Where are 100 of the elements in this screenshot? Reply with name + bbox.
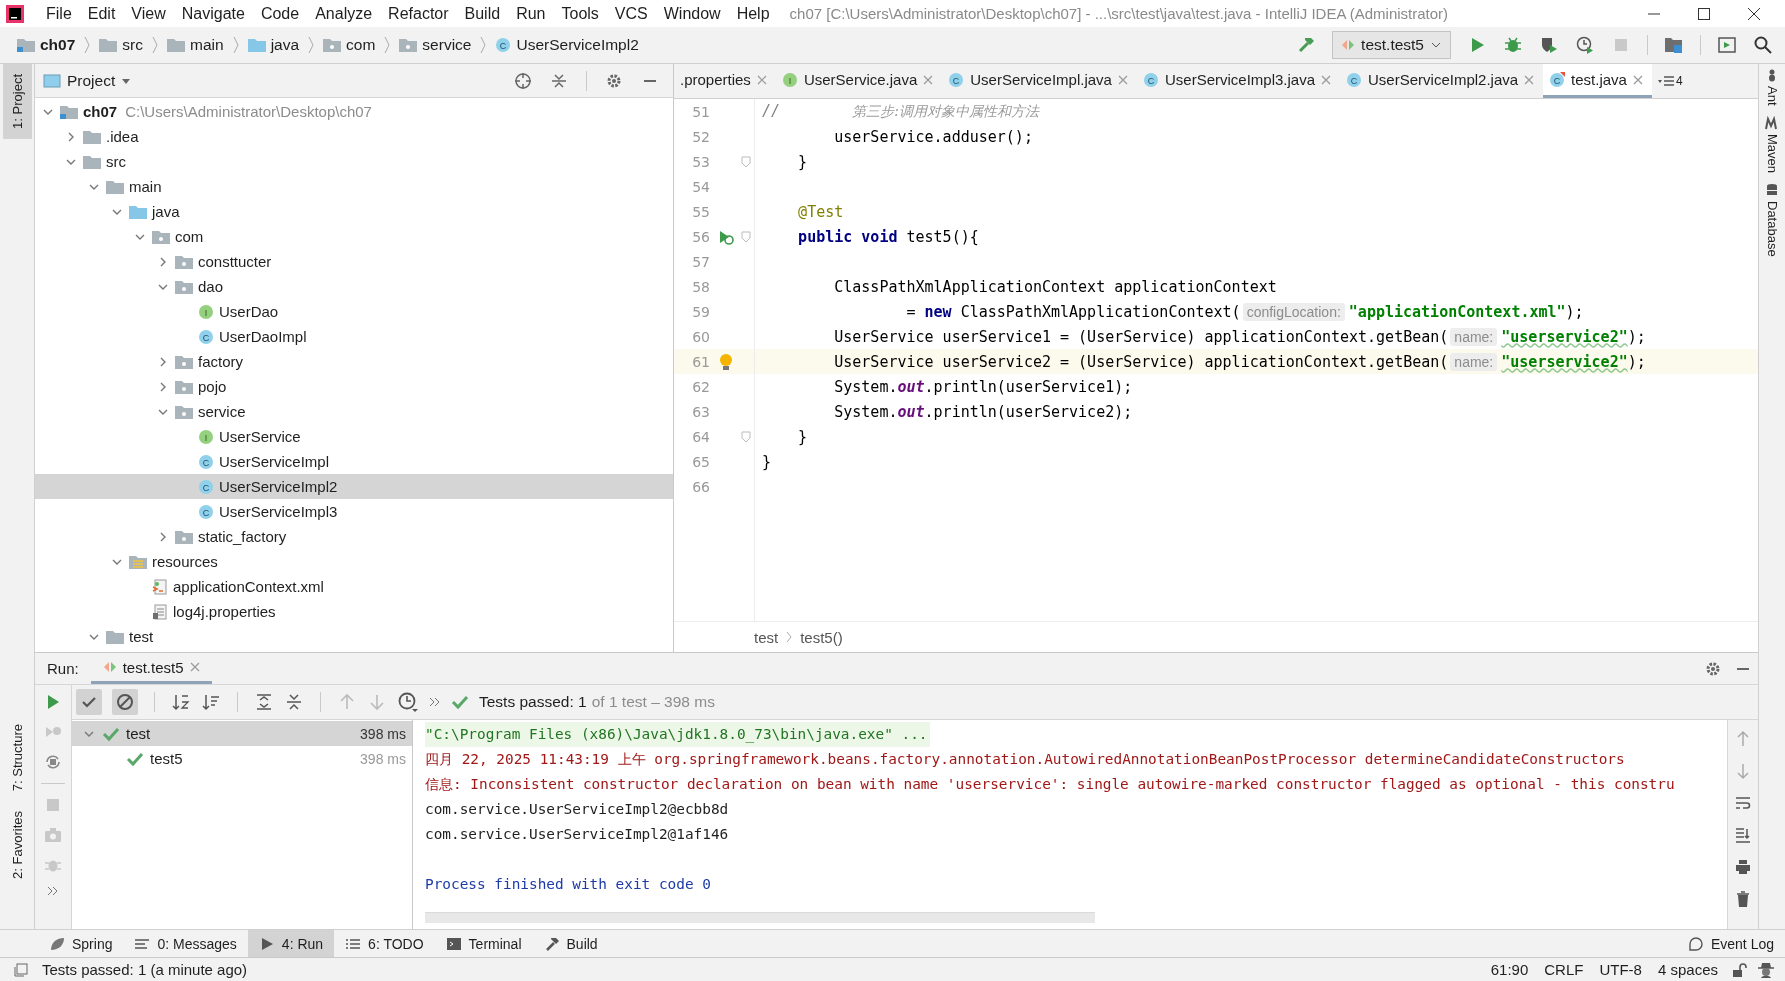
editor-tab[interactable]: C UserServiceImpl3.java	[1136, 64, 1341, 98]
close-icon[interactable]	[1747, 6, 1761, 21]
history-icon[interactable]	[397, 691, 419, 713]
soft-wrap-icon[interactable]	[1735, 794, 1751, 812]
tool-window-tab[interactable]: 2: Favorites	[2, 801, 32, 889]
more-icon[interactable]	[429, 697, 441, 707]
tree-item[interactable]: C UserServiceImpl2	[35, 474, 673, 499]
crosshair-icon[interactable]	[514, 71, 532, 90]
panel-title[interactable]: Project	[67, 71, 116, 90]
breadcrumb-item[interactable]: src	[96, 36, 146, 54]
menu-item[interactable]: View	[123, 4, 174, 23]
tree-item[interactable]: service	[35, 399, 673, 424]
window-icon[interactable]	[1717, 35, 1737, 55]
collapse-all-icon[interactable]	[550, 71, 568, 90]
tree-item[interactable]: static_factory	[35, 524, 673, 549]
file-encoding[interactable]: UTF-8	[1596, 961, 1645, 978]
chevron-right-icon[interactable]	[66, 131, 76, 142]
tree-item[interactable]: dao	[35, 274, 673, 299]
tool-window-button[interactable]: 4: Run	[247, 930, 335, 957]
tool-window-button[interactable]: 6: TODO	[334, 930, 435, 957]
collapse-all-icon[interactable]	[284, 692, 304, 712]
test-tree-item[interactable]: test5 398 ms	[72, 746, 412, 771]
toggle-auto-test-icon[interactable]	[44, 753, 62, 771]
tool-window-tab[interactable]: 7: Structure	[2, 713, 32, 802]
menu-item[interactable]: VCS	[606, 4, 656, 23]
tool-window-tab[interactable]: 1: Project	[2, 64, 32, 139]
indent-setting[interactable]: 4 spaces	[1654, 961, 1721, 978]
chevron-right-icon[interactable]	[158, 356, 168, 367]
breadcrumb-item[interactable]: service	[396, 36, 475, 54]
tree-item[interactable]: resources	[35, 549, 673, 574]
search-icon[interactable]	[1753, 35, 1773, 55]
tree-item[interactable]: consttucter	[35, 249, 673, 274]
tree-item[interactable]: factory	[35, 349, 673, 374]
editor-tab[interactable]: .properties	[674, 64, 776, 98]
tab-overflow-button[interactable]: 4	[1651, 64, 1689, 98]
menu-item[interactable]: Code	[252, 4, 308, 23]
lightbulb-icon[interactable]	[719, 352, 733, 371]
unlocked-icon[interactable]	[1731, 961, 1747, 978]
sort-alphabetically-icon[interactable]	[171, 692, 191, 712]
tool-window-button[interactable]: Terminal	[434, 930, 533, 957]
tree-item[interactable]: src	[35, 149, 673, 174]
menu-item[interactable]: Run	[508, 4, 554, 23]
breadcrumb-item[interactable]: com	[320, 36, 379, 54]
run-test-icon[interactable]	[718, 228, 734, 245]
tree-item[interactable]: test	[35, 624, 673, 649]
project-structure-icon[interactable]	[1664, 35, 1684, 55]
profiler-icon[interactable]	[1575, 35, 1595, 55]
tree-item[interactable]: log4j.properties	[35, 599, 673, 624]
menu-item[interactable]: Edit	[79, 4, 124, 23]
scroll-to-end-icon[interactable]	[1735, 826, 1751, 844]
chevron-right-icon[interactable]	[158, 381, 168, 392]
ignored-toggle-icon[interactable]	[112, 689, 138, 715]
sort-by-duration-icon[interactable]	[201, 692, 221, 712]
shield-run-icon[interactable]	[1539, 35, 1559, 55]
inspector-icon[interactable]	[1757, 960, 1775, 979]
breadcrumb-item[interactable]: ch07	[14, 36, 79, 54]
menu-item[interactable]: Window	[655, 4, 729, 23]
editor-tab[interactable]: C UserServiceImpl.java	[942, 64, 1137, 98]
more-icon[interactable]	[47, 886, 59, 896]
menu-item[interactable]: Analyze	[307, 4, 381, 23]
tool-window-button[interactable]: 0: Messages	[123, 930, 248, 957]
run-configuration-dropdown[interactable]: test.test5	[1332, 31, 1451, 59]
tree-item[interactable]: com	[35, 224, 673, 249]
menu-item[interactable]: Navigate	[173, 4, 253, 23]
tree-item[interactable]: C UserServiceImpl3	[35, 499, 673, 524]
breadcrumb-item[interactable]: test	[754, 628, 779, 646]
menu-item[interactable]: Tools	[553, 4, 607, 23]
menu-item[interactable]: File	[38, 4, 80, 23]
run-tab[interactable]: test.test5	[90, 653, 212, 684]
tool-window-button[interactable]: Build	[532, 930, 609, 957]
tool-window-tab[interactable]: Maven	[1764, 115, 1780, 173]
tree-item[interactable]: .idea	[35, 124, 673, 149]
breadcrumb-item[interactable]: main	[164, 36, 227, 54]
event-log-button[interactable]: Event Log	[1676, 930, 1785, 957]
hammer-icon[interactable]	[1296, 35, 1317, 55]
fold-marker-icon[interactable]	[741, 230, 751, 243]
fold-marker-icon[interactable]	[741, 155, 751, 168]
tree-item[interactable]: main	[35, 174, 673, 199]
tool-window-tab[interactable]: Database	[1764, 182, 1780, 257]
expand-all-icon[interactable]	[254, 692, 274, 712]
tree-item[interactable]: C UserServiceImpl	[35, 449, 673, 474]
panel-toggle-icon[interactable]	[14, 962, 28, 977]
line-separator[interactable]: CRLF	[1541, 961, 1587, 978]
caret-position[interactable]: 61:90	[1487, 961, 1532, 978]
bug-icon[interactable]	[1503, 35, 1523, 55]
editor-tab[interactable]: C UserServiceImpl2.java	[1340, 64, 1544, 98]
tree-item[interactable]: pojo	[35, 374, 673, 399]
printer-icon[interactable]	[1735, 858, 1751, 876]
tree-item[interactable]: applicationContext.xml	[35, 574, 673, 599]
tree-item[interactable]: ch07 C:\Users\Administrator\Desktop\ch07	[35, 99, 673, 124]
breadcrumb-item[interactable]: test5()	[800, 628, 843, 646]
tree-item[interactable]: C UserDaoImpl	[35, 324, 673, 349]
trash-icon[interactable]	[1735, 890, 1751, 908]
tool-window-button[interactable]: Spring	[38, 930, 124, 957]
chevron-right-icon[interactable]	[158, 256, 168, 267]
chevron-right-icon[interactable]	[158, 531, 168, 542]
checkmark-toggle-icon[interactable]	[76, 689, 102, 715]
menu-item[interactable]: Build	[456, 4, 509, 23]
menu-item[interactable]: Help	[728, 4, 778, 23]
fold-marker-icon[interactable]	[741, 430, 751, 443]
